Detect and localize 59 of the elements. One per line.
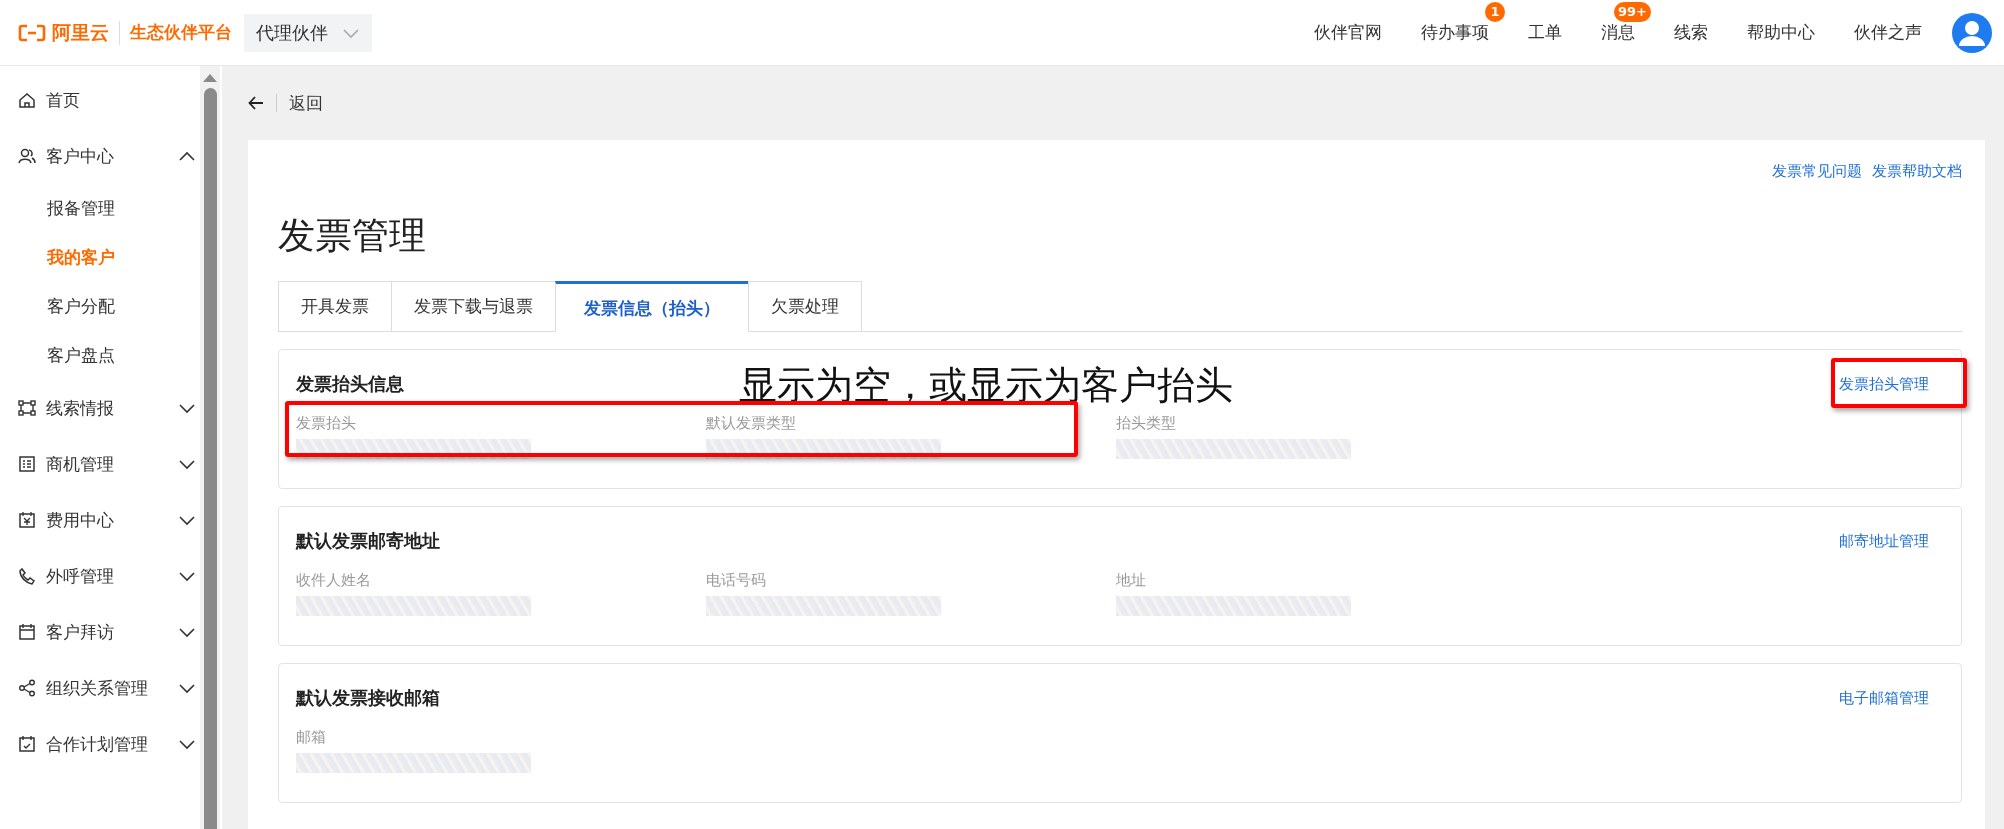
calendar-icon (18, 735, 36, 753)
sidebar-item[interactable]: 组织关系管理 (0, 660, 200, 716)
section-title: 发票抬头信息 (296, 372, 404, 396)
nav-link[interactable]: 待办事项 (1421, 22, 1489, 42)
manage-link[interactable]: 电子邮箱管理 (1839, 688, 1929, 708)
manage-link[interactable]: 发票抬头管理 (1839, 374, 1929, 394)
help-link[interactable]: 发票常见问题 (1772, 162, 1862, 181)
sidebar-item[interactable]: 客户拜访 (0, 604, 200, 660)
field-label: 地址 (1116, 571, 1147, 590)
page-title: 发票管理 (278, 213, 427, 259)
nav-link[interactable]: 伙伴之声 (1854, 22, 1922, 42)
brand-name: 阿里云 (52, 19, 109, 45)
count-badge: 1 (1485, 2, 1505, 22)
sidebar-item[interactable]: 首页 (0, 72, 200, 128)
avatar-icon[interactable] (1952, 12, 1992, 53)
field-label: 发票抬头 (296, 414, 357, 433)
sidebar-item[interactable]: 线索情报 (0, 380, 200, 436)
logo-icon (18, 22, 46, 43)
sidebar-item[interactable]: 外呼管理 (0, 548, 200, 604)
sidebar-item[interactable]: 合作计划管理 (0, 716, 200, 772)
sidebar-item[interactable]: 客户中心 (0, 128, 200, 184)
field-label: 邮箱 (296, 728, 327, 747)
scroll-up-icon[interactable] (202, 72, 218, 82)
sidebar-subitem[interactable]: 客户分配 (0, 282, 200, 331)
tab[interactable]: 发票信息（抬头） (555, 281, 748, 332)
tab[interactable]: 开具发票 (278, 281, 391, 331)
back-link[interactable]: 返回 (289, 91, 323, 115)
platform-name: 生态伙伴平台 (130, 21, 232, 44)
share-icon (18, 679, 36, 697)
scrollbar-thumb[interactable] (203, 88, 217, 829)
section-title: 默认发票接收邮箱 (296, 686, 440, 710)
help-link[interactable]: 发票帮助文档 (1872, 162, 1962, 181)
nav-link[interactable]: 消息 (1601, 22, 1635, 42)
nodes-icon (18, 399, 36, 417)
manage-link[interactable]: 邮寄地址管理 (1839, 531, 1929, 551)
back-arrow-icon[interactable] (248, 95, 264, 111)
sidebar-subitem[interactable]: 报备管理 (0, 184, 200, 233)
phone-icon (18, 567, 36, 585)
field-label: 默认发票类型 (706, 414, 797, 433)
calendar-icon (18, 623, 36, 641)
tab[interactable]: 发票下载与退票 (391, 281, 555, 331)
calendar-icon (18, 511, 36, 529)
field-label: 抬头类型 (1116, 414, 1177, 433)
sidebar-item[interactable]: 费用中心 (0, 492, 200, 548)
role-select[interactable]: 代理伙伴 (244, 13, 372, 52)
tab[interactable]: 欠票处理 (748, 281, 862, 331)
list-icon (18, 455, 36, 473)
count-badge: 99+ (1614, 2, 1651, 22)
sidebar-item[interactable]: 商机管理 (0, 436, 200, 492)
nav-link[interactable]: 帮助中心 (1747, 22, 1815, 42)
nav-link[interactable]: 线索 (1674, 22, 1708, 42)
field-label: 电话号码 (706, 571, 767, 590)
section-title: 默认发票邮寄地址 (296, 529, 440, 553)
field-label: 收件人姓名 (296, 571, 372, 590)
home-icon (18, 91, 36, 109)
nav-link[interactable]: 伙伴官网 (1314, 22, 1382, 42)
people-icon (18, 147, 36, 165)
sidebar-subitem[interactable]: 客户盘点 (0, 331, 200, 380)
nav-link[interactable]: 工单 (1528, 22, 1562, 42)
